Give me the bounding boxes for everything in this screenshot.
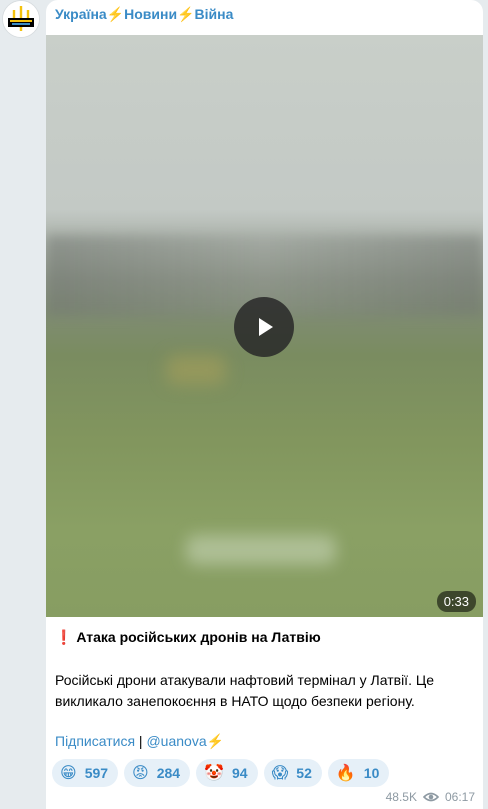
view-count: 48.5K bbox=[385, 790, 417, 804]
reaction-scream[interactable]: 😱 52 bbox=[263, 759, 322, 787]
channel-name-part: Новини bbox=[124, 6, 178, 22]
post-time: 06:17 bbox=[444, 790, 475, 804]
post-headline: ❗ Атака російських дронів на Латвію bbox=[55, 629, 321, 646]
exclamation-icon: ❗ bbox=[55, 629, 73, 645]
reaction-count: 94 bbox=[232, 765, 248, 781]
channel-handle-link[interactable]: @uanova bbox=[146, 733, 206, 749]
fire-emoji-icon: 🔥 bbox=[335, 763, 356, 782]
video-preview[interactable]: 0:33 bbox=[46, 35, 483, 617]
play-icon bbox=[259, 318, 273, 336]
eye-icon bbox=[422, 792, 439, 802]
bolt-icon: ⚡ bbox=[177, 6, 195, 22]
reaction-angry[interactable]: 😡 284 bbox=[124, 759, 191, 787]
reaction-count: 10 bbox=[363, 765, 380, 781]
video-blur bbox=[186, 535, 336, 565]
channel-name-part: Україна bbox=[55, 6, 107, 22]
reaction-count: 52 bbox=[296, 765, 312, 781]
post-body: Російські дрони атакували нафтовий термі… bbox=[55, 672, 434, 709]
reaction-fire[interactable]: 🔥 10 bbox=[327, 759, 390, 787]
grin-emoji-icon: 😁 bbox=[60, 763, 77, 782]
bolt-icon: ⚡ bbox=[206, 733, 225, 749]
bolt-icon: ⚡ bbox=[106, 6, 125, 22]
play-button[interactable] bbox=[234, 297, 294, 357]
reaction-clown[interactable]: 🤡 94 bbox=[196, 759, 258, 787]
reaction-count: 597 bbox=[84, 765, 109, 781]
headline-text: Атака російських дронів на Латвію bbox=[76, 629, 321, 645]
channel-name-part: Війна bbox=[194, 6, 234, 22]
post-links: Підписатися | @uanova⚡ bbox=[55, 733, 224, 750]
angry-emoji-icon: 😡 bbox=[132, 763, 149, 782]
reaction-count: 284 bbox=[156, 765, 181, 781]
link-separator: | bbox=[135, 733, 147, 749]
video-blur bbox=[166, 355, 226, 385]
reactions-bar: 😁 597 😡 284 🤡 94 😱 52 🔥 10 bbox=[52, 759, 390, 787]
clown-emoji-icon: 🤡 bbox=[204, 763, 225, 782]
message-card: Україна⚡Новини⚡Війна 0:33 ❗ Атака російс… bbox=[46, 0, 483, 809]
channel-name[interactable]: Україна⚡Новини⚡Війна bbox=[55, 6, 233, 23]
message-meta: 48.5K 06:17 bbox=[386, 790, 475, 804]
channel-avatar[interactable] bbox=[2, 0, 40, 38]
reaction-grin[interactable]: 😁 597 bbox=[52, 759, 119, 787]
subscribe-link[interactable]: Підписатися bbox=[55, 733, 135, 749]
trident-logo-icon bbox=[3, 1, 39, 37]
scream-emoji-icon: 😱 bbox=[271, 763, 289, 782]
video-duration: 0:33 bbox=[436, 591, 476, 612]
